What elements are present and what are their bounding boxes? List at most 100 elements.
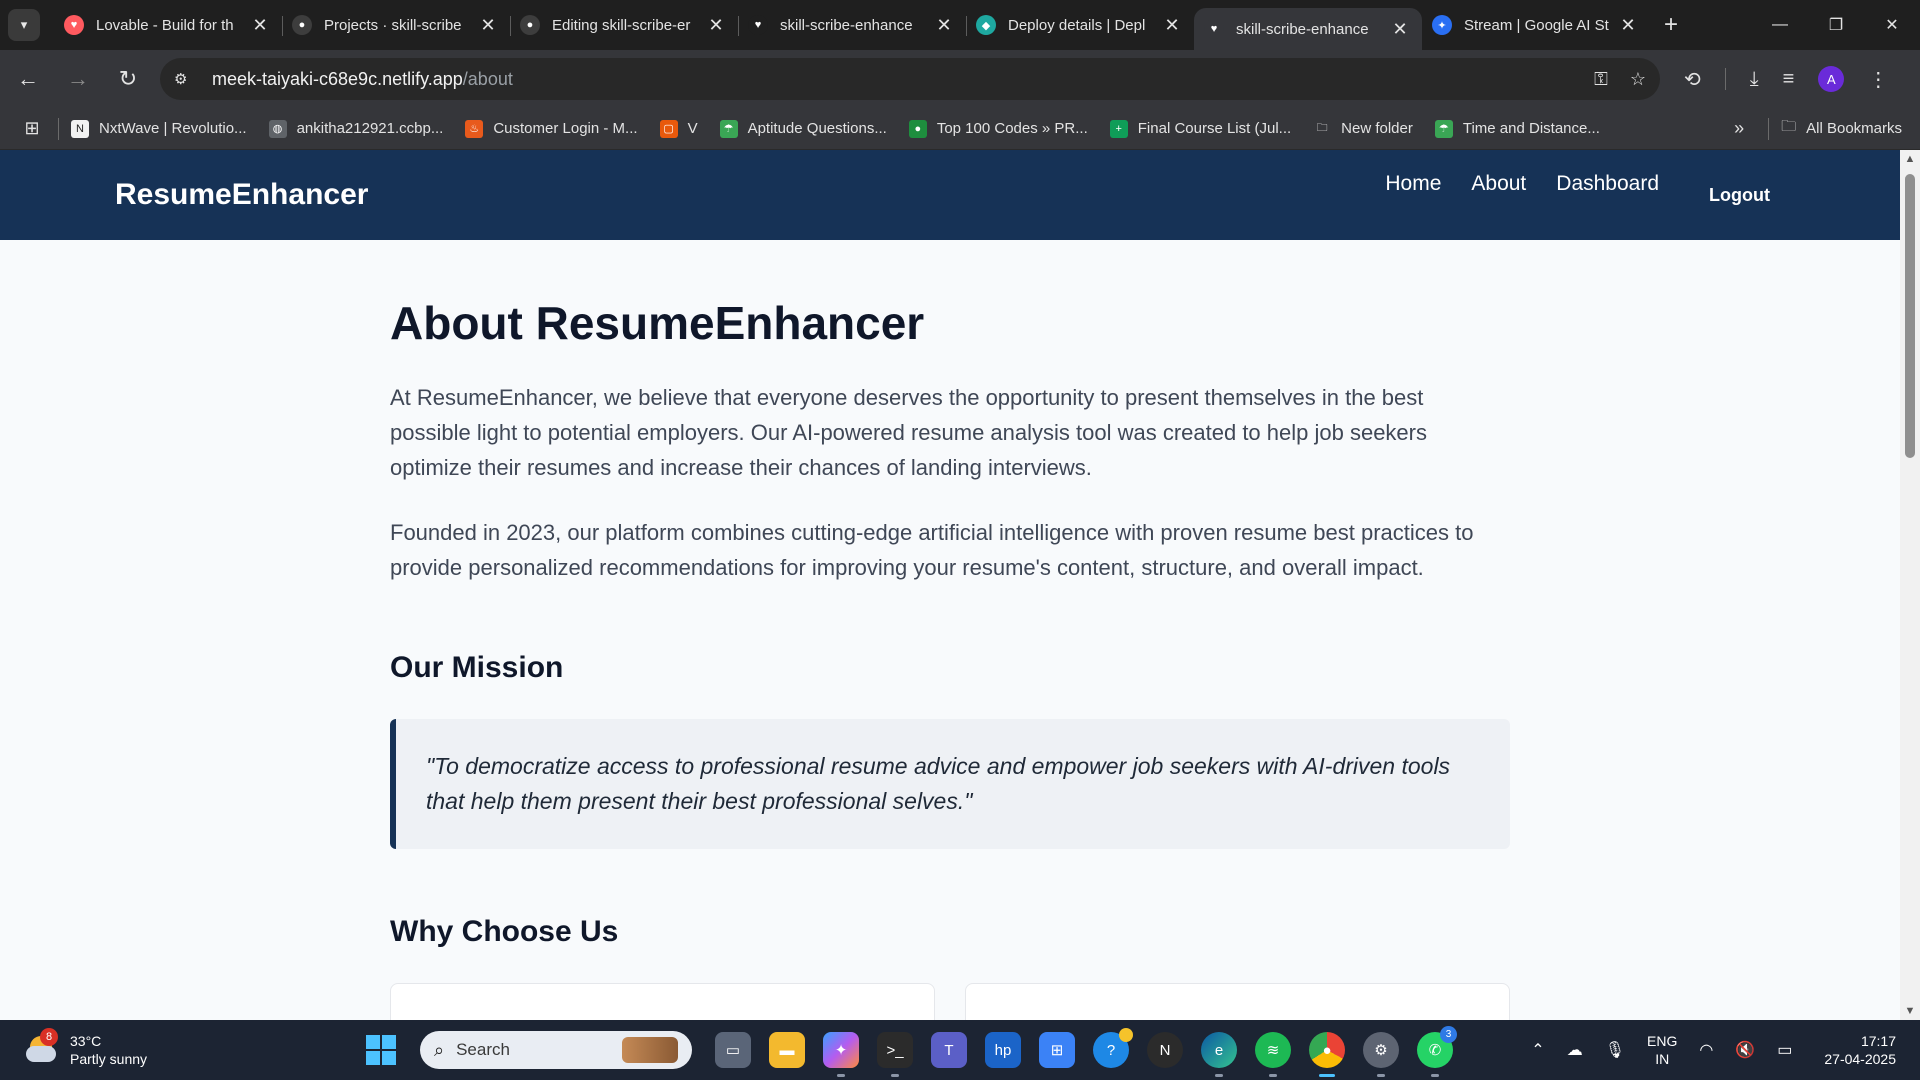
mission-heading: Our Mission [390,651,564,684]
back-icon[interactable]: ← [6,57,50,101]
taskbar-search[interactable]: ⌕ Search [420,1031,692,1069]
feature-cards [390,983,1510,1020]
apps-grid-icon[interactable]: ⊞ [12,118,52,139]
teams-icon[interactable]: T [931,1032,967,1068]
browser-tab[interactable]: ♥ Lovable - Build for th ✕ [54,0,282,50]
tab-close-icon[interactable]: ✕ [250,15,270,36]
weather-desc: Partly sunny [70,1051,148,1067]
tab-search-icon[interactable]: ▾ [8,9,40,41]
settings-gear-icon[interactable]: ⚙ [1363,1032,1399,1077]
tab-close-icon[interactable]: ✕ [1162,15,1182,36]
bookmark-item[interactable]: N NxtWave | Revolutio... [71,119,247,138]
reload-icon[interactable]: ↻ [106,57,150,101]
nxtwave-icon[interactable]: N [1147,1032,1183,1068]
bookmark-label: Aptitude Questions... [747,120,887,137]
bookmark-item[interactable]: ☂ Aptitude Questions... [719,119,887,138]
download-icon[interactable]: ⤓ [1750,68,1759,91]
bookmark-item[interactable]: ▢ V [659,119,698,138]
scrollbar-thumb[interactable] [1905,174,1915,458]
password-key-icon[interactable]: ⚿ [1594,69,1608,90]
spotify-icon[interactable]: ≋ [1255,1032,1291,1077]
forward-icon[interactable]: → [56,57,100,101]
myhp-icon[interactable]: hp [985,1032,1021,1068]
history-icon[interactable]: ⟲ [1684,67,1701,92]
edge-icon[interactable]: e [1201,1032,1237,1077]
tab-favicon-icon: ♥ [748,15,768,35]
bookmark-star-icon[interactable]: ☆ [1630,69,1646,90]
feature-card [390,983,935,1020]
bookmark-favicon-icon: ◍ [268,119,287,138]
weather-temp: 33°C [70,1033,102,1049]
close-window-icon[interactable]: ✕ [1864,0,1920,50]
restore-icon[interactable]: ❐ [1808,0,1864,50]
clock-date: 27-04-2025 [1824,1051,1896,1067]
tab-title: Deploy details | Depl [1008,16,1146,34]
address-bar[interactable]: ⚙ meek-taiyaki-c68e9c.netlify.app/about … [160,58,1660,100]
nav-dashboard[interactable]: Dashboard [1556,172,1659,196]
bookmark-favicon-icon: ▢ [659,119,678,138]
clock[interactable]: 17:17 27-04-2025 [1824,1032,1896,1068]
language-indicator[interactable]: ENG IN [1647,1032,1677,1068]
volume-muted-icon[interactable]: 🔇 [1735,1040,1755,1060]
nav-about[interactable]: About [1471,172,1526,196]
site-info-icon[interactable]: ⚙ [174,70,198,88]
battery-icon[interactable]: ▭ [1777,1040,1792,1060]
terminal-icon[interactable]: >_ [877,1032,913,1077]
page-title: About ResumeEnhancer [390,297,925,349]
chevron-up-icon[interactable]: ⌃ [1531,1040,1544,1060]
search-highlight-image [622,1037,678,1063]
browser-tab[interactable]: ✦ Stream | Google AI St ✕ [1422,0,1650,50]
profile-avatar[interactable]: A [1818,66,1845,92]
browser-tab[interactable]: ♥ skill-scribe-enhance ✕ [1194,8,1422,50]
whatsapp-icon[interactable]: ✆ 3 [1417,1026,1457,1077]
browser-tab[interactable]: ♥ skill-scribe-enhance ✕ [738,0,966,50]
more-bookmarks-icon[interactable]: » [1734,118,1744,139]
get-help-icon[interactable]: ? [1093,1028,1133,1068]
scroll-up-arrow-icon[interactable]: ▲ [1900,150,1920,168]
browser-tab[interactable]: ● Editing skill-scribe-er ✕ [510,0,738,50]
browser-tab-strip: ▾ ♥ Lovable - Build for th ✕ ● Projects · sk… [0,0,1920,50]
menu-kebab-icon[interactable]: ⋮ [1868,67,1888,92]
logout-button[interactable]: Logout [1709,185,1770,206]
page-scrollbar[interactable]: ▲ ▼ [1900,150,1920,1020]
tab-close-icon[interactable]: ✕ [706,15,726,36]
bookmark-label: Final Course List (Jul... [1137,120,1292,137]
window-controls: — ❐ ✕ [1752,0,1920,50]
task-view-icon[interactable]: ▭ [715,1032,751,1068]
tab-close-icon[interactable]: ✕ [934,15,954,36]
bookmark-favicon-icon: + [1109,119,1128,138]
brand-logo[interactable]: ResumeEnhancer [115,178,368,212]
why-choose-us-heading: Why Choose Us [390,915,619,948]
tab-title: skill-scribe-enhance [1236,20,1369,38]
microphone-icon[interactable]: 🎙 [1605,1040,1625,1060]
microsoft-store-icon[interactable]: ⊞ [1039,1032,1075,1068]
onedrive-cloud-icon[interactable]: ☁ [1567,1040,1583,1060]
all-bookmarks-button[interactable]: 🗀 All Bookmarks [1781,116,1902,141]
bookmark-item[interactable]: ◍ ankitha212921.ccbp... [268,119,443,138]
bookmark-item[interactable]: ● Top 100 Codes » PR... [908,119,1088,138]
copilot-icon[interactable]: ✦ [823,1032,859,1077]
weather-widget[interactable]: 8 33°C Partly sunny [26,1028,148,1068]
minimize-icon[interactable]: — [1752,0,1808,50]
bookmark-item[interactable]: ☂ Time and Distance... [1434,119,1600,138]
nav-home[interactable]: Home [1385,172,1441,196]
intro-paragraph-2: Founded in 2023, our platform combines c… [390,520,1474,580]
bookmark-item[interactable]: + Final Course List (Jul... [1109,119,1292,138]
browser-tab[interactable]: ◆ Deploy details | Depl ✕ [966,0,1194,50]
browser-tab[interactable]: ● Projects · skill-scribe ✕ [282,0,510,50]
bookmarks-divider [1768,117,1770,140]
tab-close-icon[interactable]: ✕ [478,15,498,36]
file-explorer-icon[interactable]: ▬ [769,1032,805,1068]
whatsapp-badge: 3 [1440,1026,1457,1043]
tab-close-icon[interactable]: ✕ [1618,15,1638,36]
chrome-icon[interactable]: ● [1309,1032,1345,1077]
wifi-icon[interactable]: ◠ [1699,1040,1713,1060]
bookmark-item[interactable]: 🗀 New folder [1313,120,1413,138]
bookmark-favicon-icon: ● [908,119,927,138]
tab-close-icon[interactable]: ✕ [1390,19,1410,40]
new-tab-icon[interactable]: + [1664,11,1678,39]
bookmark-item[interactable]: ♨ Customer Login - M... [465,119,638,138]
scroll-down-arrow-icon[interactable]: ▼ [1900,1002,1920,1020]
media-control-icon[interactable]: ≡ [1783,68,1795,91]
start-windows-icon[interactable] [366,1035,396,1065]
